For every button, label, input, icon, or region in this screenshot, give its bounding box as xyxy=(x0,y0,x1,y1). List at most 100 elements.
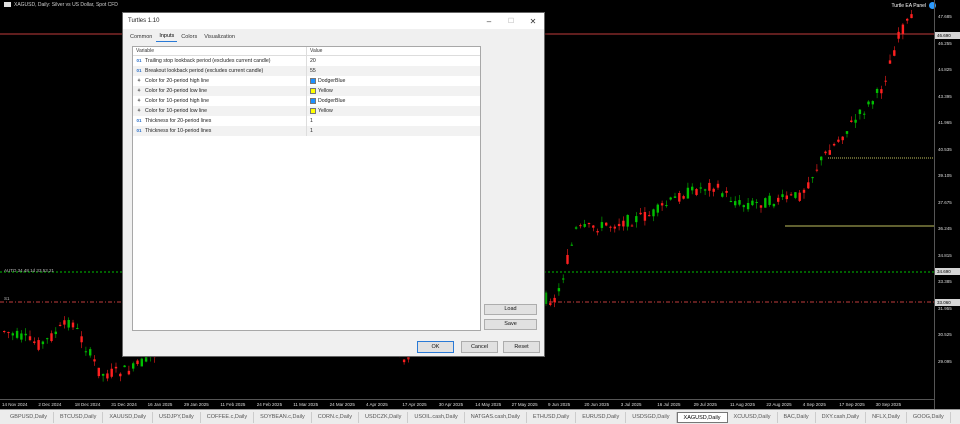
color-param-icon: ⚘ xyxy=(136,108,142,113)
input-value-cell[interactable]: 1 xyxy=(307,116,313,126)
input-row[interactable]: ⚘ Color for 20-period low line Yellow xyxy=(133,86,480,96)
input-value-cell[interactable]: Yellow xyxy=(307,106,333,116)
dialog-tab-colors[interactable]: Colors xyxy=(178,34,200,42)
candle-body xyxy=(673,196,677,198)
cancel-button[interactable]: Cancel xyxy=(461,341,498,353)
time-tick: 11 Aug 2025 xyxy=(730,402,755,407)
inputs-grid: Variable Value 01 Trailing stop lookback … xyxy=(132,46,481,331)
symbol-tab[interactable]: NFLX,Daily xyxy=(866,411,907,423)
input-row[interactable]: 01 Trailing stop lookback period (exclude… xyxy=(133,56,480,66)
maximize-icon[interactable]: ☐ xyxy=(500,13,522,29)
time-tick: 30 Apr 2025 xyxy=(438,402,464,407)
dialog-tab-inputs[interactable]: Inputs xyxy=(156,33,178,42)
candle-body xyxy=(858,109,862,115)
candle-body xyxy=(549,303,552,305)
dialog-tab-visualization[interactable]: Visualization xyxy=(201,34,238,42)
save-button[interactable]: Save xyxy=(484,319,537,330)
symbol-tab[interactable]: EURUSD,Daily xyxy=(576,411,627,423)
candle-body xyxy=(682,196,685,199)
input-value-cell[interactable]: 20 xyxy=(307,56,316,66)
candle-body xyxy=(71,322,75,328)
time-tick: 24 Mar 2025 xyxy=(329,402,355,407)
candle-body xyxy=(140,358,143,367)
input-value-cell[interactable]: Yellow xyxy=(307,86,333,96)
candle-body xyxy=(622,220,625,227)
candle-body xyxy=(132,363,135,369)
color-swatch[interactable] xyxy=(310,108,316,114)
price-tick: 30.525 xyxy=(938,332,952,337)
symbol-tab[interactable]: XAUUSD,Daily xyxy=(103,411,154,423)
candle-body xyxy=(759,205,763,208)
input-value-cell[interactable]: DodgerBlue xyxy=(307,96,345,106)
level-label: AUTO 34,48 1d 33,53,21 xyxy=(4,268,54,273)
input-row[interactable]: 01 Thickness for 20-period lines 1 xyxy=(133,116,480,126)
symbol-tab[interactable]: SOYBEAN.c,Daily xyxy=(254,411,312,423)
candle-body xyxy=(544,292,548,304)
minimize-icon[interactable]: – xyxy=(478,13,500,29)
input-value: 20 xyxy=(310,58,316,64)
price-tick: 39.105 xyxy=(938,173,952,178)
price-axis[interactable]: 47.685 46.255 44.825 43.395 41.965 40.535 39.1… xyxy=(934,0,960,410)
candle-body xyxy=(656,204,659,213)
candle-body xyxy=(643,212,647,221)
numeric-param-icon: 01 xyxy=(136,68,142,73)
candle-body xyxy=(648,215,651,217)
symbol-tab[interactable]: XAGUSD,Daily xyxy=(676,411,728,423)
time-tick: 17 Apr 2025 xyxy=(402,402,427,407)
symbol-tab[interactable]: DXY.cash,Daily xyxy=(816,411,867,423)
input-row[interactable]: ⚘ Color for 10-period high line DodgerBlue xyxy=(133,96,480,106)
input-variable-cell: ⚘ Color for 10-period low line xyxy=(133,106,307,116)
candle-body xyxy=(871,101,874,105)
input-row[interactable]: ⚘ Color for 10-period low line Yellow xyxy=(133,106,480,116)
symbol-tab[interactable]: USDJPY,Daily xyxy=(153,411,201,423)
symbol-tab[interactable]: ETHUSD,Daily xyxy=(527,411,577,423)
col-value-header[interactable]: Value xyxy=(307,47,322,55)
symbol-tab[interactable]: USOIL.cash,Daily xyxy=(408,411,465,423)
input-variable-label: Trailing stop lookback period (excludes … xyxy=(145,58,271,64)
dialog-tab-common[interactable]: Common xyxy=(127,34,155,42)
time-axis[interactable]: 14 Nov 2024 2 Dec 2024 18 Dec 2024 31 Dec 2… xyxy=(0,399,934,409)
dialog-titlebar[interactable]: Turtles 1.10 – ☐ ✕ xyxy=(123,13,544,29)
reset-button[interactable]: Reset xyxy=(503,341,540,353)
close-icon[interactable]: ✕ xyxy=(522,13,544,29)
input-value-cell[interactable]: 55 xyxy=(307,66,316,76)
candle-body xyxy=(50,333,53,342)
price-tick: 31.955 xyxy=(938,305,952,311)
symbol-tab[interactable]: GBPUSD,Daily xyxy=(4,411,54,423)
color-swatch[interactable] xyxy=(310,78,316,84)
ok-button[interactable]: OK xyxy=(417,341,454,353)
symbol-tab[interactable]: COFFEE.c,Daily xyxy=(201,411,255,423)
symbol-tab[interactable]: USDCZK,Daily xyxy=(359,411,409,423)
input-row[interactable]: 01 Thickness for 10-period lines 1 xyxy=(133,126,480,136)
candle-body xyxy=(716,183,720,188)
candle-body xyxy=(897,31,900,39)
input-row[interactable]: ⚘ Color for 20-period high line DodgerBlue xyxy=(133,76,480,86)
input-variable-cell: 01 Thickness for 20-period lines xyxy=(133,116,307,126)
input-row[interactable]: 01 Breakout lookback period (excludes cur… xyxy=(133,66,480,76)
symbol-tab[interactable]: NATGAS.cash,Daily xyxy=(465,411,527,423)
candle-body xyxy=(127,370,131,375)
candle-body xyxy=(729,200,733,202)
symbol-tab[interactable]: BAC,Daily xyxy=(778,411,816,423)
ea-label: Turtle EA Panel xyxy=(891,3,926,9)
col-variable-header[interactable]: Variable xyxy=(133,47,307,55)
color-swatch[interactable] xyxy=(310,88,316,94)
load-button[interactable]: Load xyxy=(484,304,537,315)
time-tick: 27 May 2025 xyxy=(511,402,538,407)
time-tick: 17 Sep 2025 xyxy=(839,402,865,407)
input-value: Yellow xyxy=(318,108,333,114)
price-tick: 37.675 xyxy=(938,199,952,205)
symbol-tab[interactable]: GOOG,Daily xyxy=(907,411,951,423)
symbol-tab[interactable]: USDSGD,Daily xyxy=(626,411,677,423)
chart-symbol-header: XAGUSD, Daily: Silver vs US Dollar, Spot… xyxy=(4,2,118,8)
color-swatch[interactable] xyxy=(310,98,316,104)
symbol-tab[interactable]: XCUUSD,Daily xyxy=(728,411,778,423)
candle-body xyxy=(97,367,100,377)
symbol-tab[interactable]: BTCUSD,Daily xyxy=(54,411,104,423)
symbol-tab[interactable]: CORN.c,Daily xyxy=(312,411,359,423)
time-tick: 14 Nov 2024 xyxy=(2,402,28,407)
price-tick: 44.825 xyxy=(938,67,952,72)
candle-body xyxy=(630,225,634,227)
input-value-cell[interactable]: DodgerBlue xyxy=(307,76,345,86)
input-value-cell[interactable]: 1 xyxy=(307,126,313,136)
